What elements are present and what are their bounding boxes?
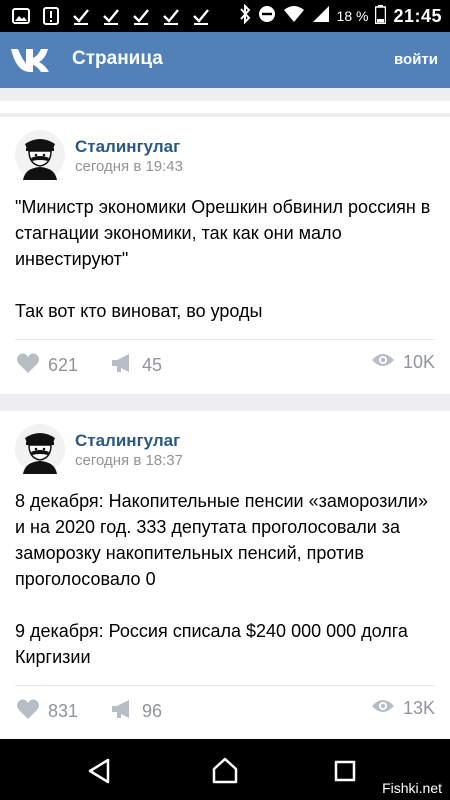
app-header: Страница войти	[0, 32, 450, 88]
bluetooth-icon	[239, 3, 251, 28]
wifi-icon	[283, 5, 305, 27]
post-text: 8 декабря: Накопительные пенсии «замороз…	[15, 491, 428, 667]
megaphone-icon	[110, 352, 134, 379]
post-text: "Министр экономики Орешкин обвинил росси…	[15, 197, 431, 321]
download-done-icon	[130, 6, 152, 26]
post-card: Сталингулаг сегодня в 19:43 "Министр эко…	[0, 117, 450, 394]
post-time: сегодня в 19:43	[75, 158, 183, 175]
android-navigation-bar: Fishki.net	[0, 739, 450, 800]
status-bar: 18 % 21:45	[0, 0, 450, 32]
photo-notification-icon	[10, 6, 32, 26]
share-count: 45	[142, 355, 163, 375]
system-indicators: 18 % 21:45	[239, 3, 442, 28]
like-count: 621	[48, 355, 79, 375]
like-button[interactable]: 621	[16, 352, 78, 379]
like-button[interactable]: 831	[16, 698, 78, 725]
share-count: 96	[142, 701, 163, 721]
views-indicator: 13K	[371, 698, 435, 719]
clock: 21:45	[393, 5, 442, 26]
post-card: Сталингулаг сегодня в 18:37 8 декабря: Н…	[0, 411, 450, 739]
divider	[15, 339, 435, 340]
watermark: Fishki.net	[382, 780, 442, 796]
home-icon[interactable]	[210, 756, 240, 786]
notification-icons	[10, 6, 212, 26]
post-author[interactable]: Сталингулаг	[75, 431, 180, 451]
previous-post-edge	[0, 101, 450, 113]
do-not-disturb-icon	[258, 5, 276, 27]
avatar[interactable]	[15, 424, 65, 474]
back-icon[interactable]	[85, 756, 115, 786]
views-count: 13K	[402, 698, 435, 718]
login-button[interactable]: войти	[394, 51, 438, 68]
vk-logo-icon[interactable]	[10, 45, 50, 75]
heart-icon	[16, 698, 40, 725]
divider	[15, 685, 435, 686]
download-done-icon	[100, 6, 122, 26]
battery-icon	[375, 4, 387, 28]
eye-icon	[371, 352, 395, 373]
feed-gap	[0, 88, 450, 98]
megaphone-icon	[110, 698, 134, 725]
views-count: 10K	[402, 352, 435, 372]
share-button[interactable]: 45	[110, 352, 162, 379]
like-count: 831	[48, 701, 79, 721]
page-title: Страница	[72, 48, 163, 69]
eye-icon	[371, 698, 395, 719]
post-actions: 621 45 10K	[0, 352, 450, 382]
download-done-icon	[70, 6, 92, 26]
battery-percent: 18 %	[336, 8, 369, 24]
share-button[interactable]: 96	[110, 698, 162, 725]
signal-icon	[312, 5, 330, 27]
post-actions: 831 96 13K	[0, 698, 450, 728]
views-indicator: 10K	[371, 352, 435, 373]
post-author[interactable]: Сталингулаг	[75, 137, 180, 157]
download-done-icon	[190, 6, 212, 26]
avatar[interactable]	[15, 130, 65, 180]
alert-notification-icon	[40, 6, 62, 26]
post-time: сегодня в 18:37	[75, 452, 183, 469]
recent-apps-icon[interactable]	[330, 756, 360, 786]
download-done-icon	[160, 6, 182, 26]
heart-icon	[16, 352, 40, 379]
